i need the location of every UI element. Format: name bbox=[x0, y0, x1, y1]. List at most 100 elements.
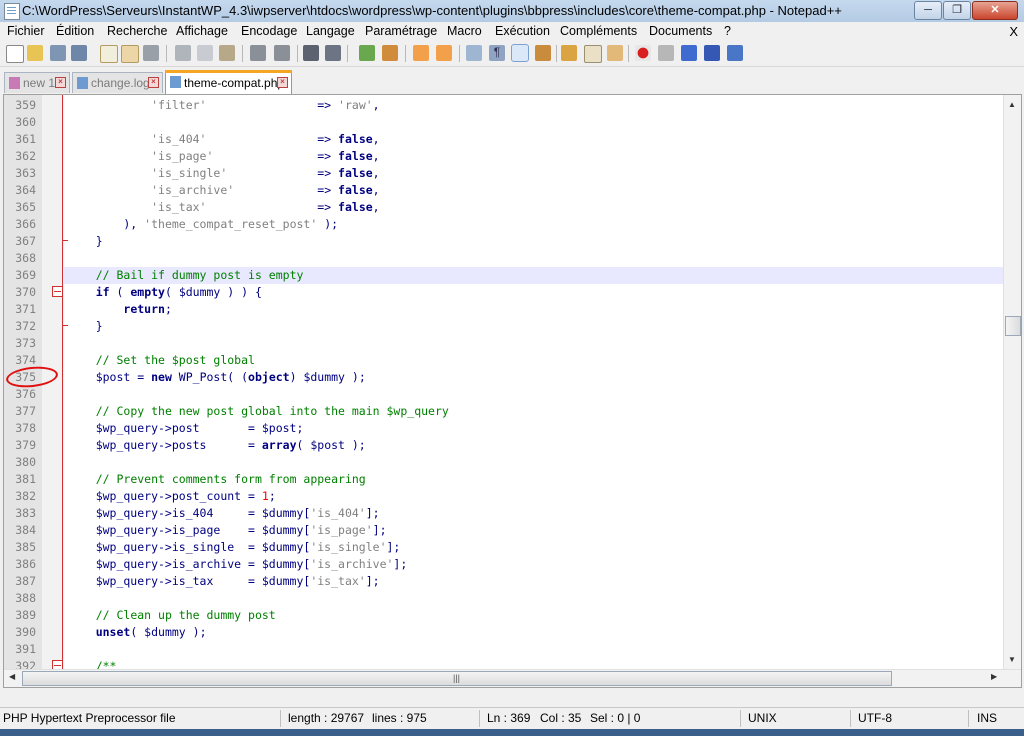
horizontal-scroll-thumb[interactable]: ||| bbox=[22, 671, 892, 686]
udl-icon[interactable] bbox=[535, 45, 551, 61]
code-line[interactable]: return; bbox=[64, 301, 1003, 318]
code-line[interactable]: 'is_404' => false, bbox=[64, 131, 1003, 148]
close-icon[interactable] bbox=[100, 45, 118, 63]
find-icon[interactable] bbox=[303, 45, 319, 61]
code-text: // Bail if dummy post is empty bbox=[95, 268, 304, 282]
code-line[interactable]: unset( $dummy ); bbox=[64, 624, 1003, 641]
play-macro-icon[interactable] bbox=[681, 45, 697, 61]
sync-v-icon[interactable] bbox=[413, 45, 429, 61]
menu-complements[interactable]: Compléments bbox=[560, 24, 637, 38]
code-line[interactable]: $wp_query->post_count = 1; bbox=[64, 488, 1003, 505]
menu-macro[interactable]: Macro bbox=[447, 24, 482, 38]
new-file-icon[interactable] bbox=[6, 45, 24, 63]
code-line[interactable] bbox=[64, 335, 1003, 352]
code-line[interactable] bbox=[64, 641, 1003, 658]
tab-close-icon[interactable]: × bbox=[55, 77, 66, 88]
doc-map-icon[interactable] bbox=[561, 45, 577, 61]
print-icon[interactable] bbox=[143, 45, 159, 61]
code-line[interactable]: ), 'theme_compat_reset_post' ); bbox=[64, 216, 1003, 233]
code-line[interactable]: 'is_single' => false, bbox=[64, 165, 1003, 182]
code-line[interactable]: 'is_tax' => false, bbox=[64, 199, 1003, 216]
code-line[interactable]: $wp_query->is_page = $dummy['is_page']; bbox=[64, 522, 1003, 539]
menu-parametrage[interactable]: Paramétrage bbox=[365, 24, 437, 38]
code-line[interactable]: $post = new WP_Post( (object) $dummy ); bbox=[64, 369, 1003, 386]
menu-help[interactable]: ? bbox=[724, 24, 731, 38]
save-icon[interactable] bbox=[50, 45, 66, 61]
menu-recherche[interactable]: Recherche bbox=[107, 24, 167, 38]
code-line[interactable] bbox=[64, 250, 1003, 267]
show-all-chars-icon[interactable]: ¶ bbox=[489, 45, 505, 61]
record-macro-icon[interactable] bbox=[635, 45, 651, 61]
zoom-out-icon[interactable] bbox=[382, 45, 398, 61]
code-line[interactable]: $wp_query->is_single = $dummy['is_single… bbox=[64, 539, 1003, 556]
tab-change-log[interactable]: change.log × bbox=[72, 72, 163, 93]
code-line[interactable] bbox=[64, 386, 1003, 403]
scroll-down-icon[interactable]: ▼ bbox=[1008, 655, 1016, 664]
code-editor[interactable]: 359 'filter' => 'raw', 360 361 'is_404' =>… bbox=[3, 94, 1022, 688]
menu-edition[interactable]: Édition bbox=[56, 24, 94, 38]
code-line[interactable]: } bbox=[64, 318, 1003, 335]
vertical-scroll-thumb[interactable] bbox=[1005, 316, 1021, 336]
code-line[interactable]: $wp_query->is_404 = $dummy['is_404']; bbox=[64, 505, 1003, 522]
code-line[interactable]: // Copy the new post global into the mai… bbox=[64, 403, 1003, 420]
tab-new-1[interactable]: new 1 × bbox=[4, 72, 70, 93]
minimize-button[interactable]: ─ bbox=[914, 1, 942, 20]
code-line[interactable] bbox=[64, 114, 1003, 131]
paste-icon[interactable] bbox=[219, 45, 235, 61]
line-number: 378 bbox=[15, 421, 36, 435]
sync-h-icon[interactable] bbox=[436, 45, 452, 61]
word-wrap-icon[interactable] bbox=[466, 45, 482, 61]
code-line[interactable]: $wp_query->posts = array( $post ); bbox=[64, 437, 1003, 454]
play-multiple-icon[interactable] bbox=[704, 45, 720, 61]
code-line[interactable]: // Set the $post global bbox=[64, 352, 1003, 369]
redo-icon[interactable] bbox=[274, 45, 290, 61]
code-line[interactable]: 'filter' => 'raw', bbox=[64, 97, 1003, 114]
menu-execution[interactable]: Exécution bbox=[495, 24, 550, 38]
code-line[interactable] bbox=[64, 590, 1003, 607]
tab-theme-compat[interactable]: theme-compat.php × bbox=[165, 70, 292, 94]
scroll-left-icon[interactable]: ◀ bbox=[9, 672, 15, 681]
copy-icon[interactable] bbox=[197, 45, 213, 61]
code-line[interactable]: $wp_query->post = $post; bbox=[64, 420, 1003, 437]
code-line[interactable]: 'is_archive' => false, bbox=[64, 182, 1003, 199]
close-all-icon[interactable] bbox=[121, 45, 139, 63]
code-line[interactable]: } bbox=[64, 233, 1003, 250]
menu-encodage[interactable]: Encodage bbox=[241, 24, 297, 38]
code-line[interactable]: 'is_page' => false, bbox=[64, 148, 1003, 165]
code-line[interactable]: if ( empty( $dummy ) ) { bbox=[64, 284, 1003, 301]
code-line[interactable]: // Prevent comments form from appearing bbox=[64, 471, 1003, 488]
menu-langage[interactable]: Langage bbox=[306, 24, 355, 38]
maximize-button[interactable]: ❐ bbox=[943, 1, 971, 20]
close-window-button[interactable]: ✕ bbox=[972, 1, 1018, 20]
menu-documents[interactable]: Documents bbox=[649, 24, 712, 38]
horizontal-scrollbar[interactable]: ◀ ||| ▶ bbox=[4, 669, 1021, 687]
open-file-icon[interactable] bbox=[27, 45, 43, 61]
save-all-icon[interactable] bbox=[71, 45, 87, 61]
cut-icon[interactable] bbox=[175, 45, 191, 61]
function-list-icon[interactable] bbox=[584, 45, 602, 63]
scroll-right-icon[interactable]: ▶ bbox=[991, 672, 997, 681]
code-line[interactable]: $wp_query->is_archive = $dummy['is_archi… bbox=[64, 556, 1003, 573]
fold-toggle-icon[interactable] bbox=[52, 286, 63, 297]
code-line[interactable]: $wp_query->is_tax = $dummy['is_tax']; bbox=[64, 573, 1003, 590]
menu-fichier[interactable]: Fichier bbox=[7, 24, 45, 38]
close-document-button[interactable]: X bbox=[1009, 24, 1018, 39]
folder-workspace-icon[interactable] bbox=[607, 45, 623, 61]
scroll-up-icon[interactable]: ▲ bbox=[1008, 100, 1016, 109]
title-bar: C:\WordPress\Serveurs\InstantWP_4.3\iwps… bbox=[0, 0, 1024, 23]
replace-icon[interactable] bbox=[325, 45, 341, 61]
tab-close-icon[interactable]: × bbox=[277, 77, 288, 88]
undo-icon[interactable] bbox=[250, 45, 266, 61]
code-line[interactable]: // Clean up the dummy post bbox=[64, 607, 1003, 624]
code-text: } bbox=[68, 234, 103, 248]
vertical-scrollbar[interactable]: ▲ ▼ bbox=[1003, 95, 1021, 669]
save-macro-icon[interactable] bbox=[727, 45, 743, 61]
code-line[interactable]: // Bail if dummy post is empty bbox=[64, 267, 1003, 284]
zoom-in-icon[interactable] bbox=[359, 45, 375, 61]
status-sel: Sel : 0 | 0 bbox=[590, 711, 641, 725]
stop-record-icon[interactable] bbox=[658, 45, 674, 61]
code-line[interactable] bbox=[64, 454, 1003, 471]
tab-close-icon[interactable]: × bbox=[148, 77, 159, 88]
menu-affichage[interactable]: Affichage bbox=[176, 24, 228, 38]
indent-guide-icon[interactable] bbox=[511, 44, 529, 62]
